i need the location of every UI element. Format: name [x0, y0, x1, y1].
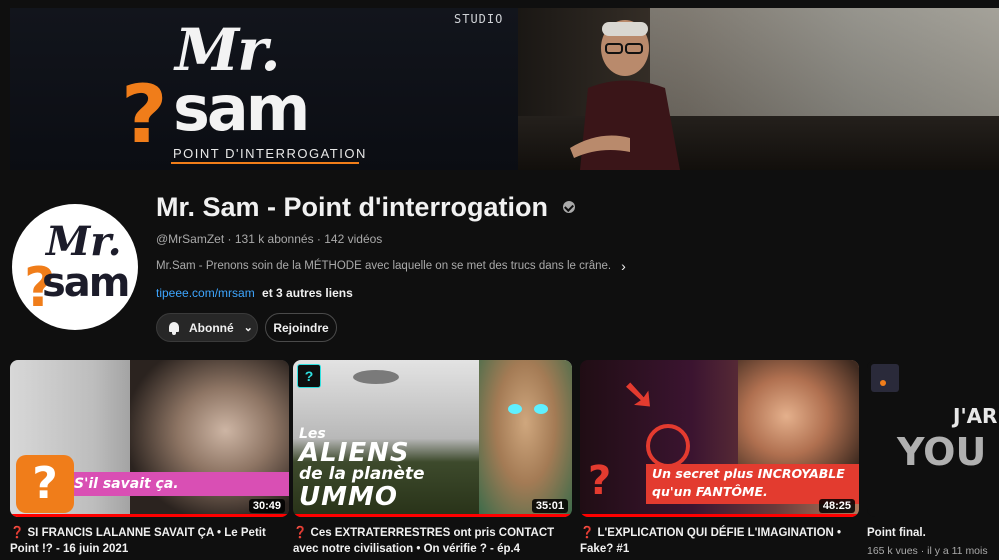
- video-thumbnail[interactable]: S'il savait ça. ? 30:49: [10, 360, 289, 517]
- join-button[interactable]: Rejoindre: [265, 313, 337, 342]
- video-duration: 35:01: [531, 499, 568, 513]
- thumbnail-overlay-text: YOU: [897, 430, 987, 474]
- alien-eyes: [508, 404, 548, 414]
- logo-sam-text: sam: [173, 72, 310, 145]
- video-card[interactable]: ➘ ? Un secret plus INCROYABLE qu'un FANT…: [580, 360, 859, 557]
- thumbnail-overlay-text: J'AR: [953, 404, 998, 428]
- video-duration: 30:49: [248, 499, 285, 513]
- avatar-sam-text: sam: [42, 260, 130, 306]
- thumbnail-overlay-text: de la planète: [299, 464, 425, 484]
- bell-icon: [167, 321, 181, 335]
- question-badge: ?: [297, 364, 321, 388]
- video-title[interactable]: Point final.: [867, 525, 999, 541]
- banner-logo: Mr. ? sam POINT D'INTERROGATION: [115, 16, 375, 166]
- logo-tagline: POINT D'INTERROGATION: [173, 146, 367, 161]
- ufo-icon: [353, 370, 399, 384]
- channel-meta: @MrSamZet · 131 k abonnés · 142 vidéos: [156, 232, 383, 246]
- subscribed-button[interactable]: Abonné ⌄: [156, 313, 258, 342]
- more-links-link[interactable]: et 3 autres liens: [262, 286, 353, 300]
- chevron-down-icon: ⌄: [243, 322, 253, 334]
- channel-description[interactable]: Mr.Sam - Prenons soin de la MÉTHODE avec…: [156, 258, 626, 274]
- chevron-right-icon[interactable]: ›: [621, 258, 626, 274]
- subscribed-label: Abonné: [189, 320, 234, 335]
- video-title[interactable]: ❓ SI FRANCIS LALANNE SAVAIT ÇA • Le Peti…: [10, 525, 289, 557]
- video-card[interactable]: ? Les ALIENS de la planète UMMO 35:01 ❓ …: [293, 360, 572, 557]
- arrow-down-icon: ➘: [622, 373, 656, 417]
- channel-banner: STUDIO Mr. ? sam POINT D'INTERROGATION: [10, 8, 999, 170]
- watch-progress-bar: [293, 514, 572, 517]
- thumbnail-overlay-text: qu'un FANTÔME.: [652, 484, 768, 499]
- tipeee-link[interactable]: tipeee.com/mrsam: [156, 286, 255, 300]
- video-duration: 48:25: [818, 499, 855, 513]
- verified-icon: [563, 200, 576, 213]
- logo-question-mark: ?: [121, 68, 168, 161]
- video-meta: 165 k vues · il y a 11 mois: [867, 545, 988, 557]
- banner-person: [570, 20, 680, 170]
- video-title[interactable]: ❓ L'EXPLICATION QUI DÉFIE L'IMAGINATION …: [580, 525, 859, 557]
- studio-label: STUDIO: [454, 12, 504, 26]
- logo-underline: [171, 162, 359, 164]
- channel-mark-icon: [871, 364, 899, 392]
- channel-description-text: Mr.Sam - Prenons soin de la MÉTHODE avec…: [156, 260, 612, 272]
- avatar-mr-text: Mr.: [46, 218, 122, 265]
- circle-highlight: [646, 424, 690, 468]
- thumbnail-overlay-text: UMMO: [299, 482, 398, 512]
- channel-title: Mr. Sam - Point d'interrogation: [156, 192, 576, 223]
- channel-links: tipeee.com/mrsam et 3 autres liens: [156, 286, 353, 300]
- channel-title-text: Mr. Sam - Point d'interrogation: [156, 192, 548, 222]
- question-badge: ?: [588, 458, 612, 504]
- video-thumbnail[interactable]: ? Les ALIENS de la planète UMMO 35:01: [293, 360, 572, 517]
- video-thumbnail[interactable]: ➘ ? Un secret plus INCROYABLE qu'un FANT…: [580, 360, 859, 517]
- watch-progress-bar: [580, 514, 859, 517]
- video-thumbnail[interactable]: J'AR YOU: [867, 360, 999, 517]
- video-card[interactable]: S'il savait ça. ? 30:49 ❓ SI FRANCIS LAL…: [10, 360, 289, 557]
- thumbnail-overlay-text: Un secret plus INCROYABLE: [652, 466, 845, 481]
- thumbnail-alien: [479, 360, 572, 517]
- video-title[interactable]: ❓ Ces EXTRATERRESTRES ont pris CONTACT a…: [293, 525, 572, 557]
- thumbnail-overlay-text: S'il savait ça.: [74, 476, 179, 492]
- video-card[interactable]: J'AR YOU Point final. 165 k vues · il y …: [867, 360, 999, 557]
- channel-avatar[interactable]: Mr. ? sam: [12, 204, 138, 330]
- question-badge: ?: [16, 455, 74, 513]
- watch-progress-bar: [10, 514, 289, 517]
